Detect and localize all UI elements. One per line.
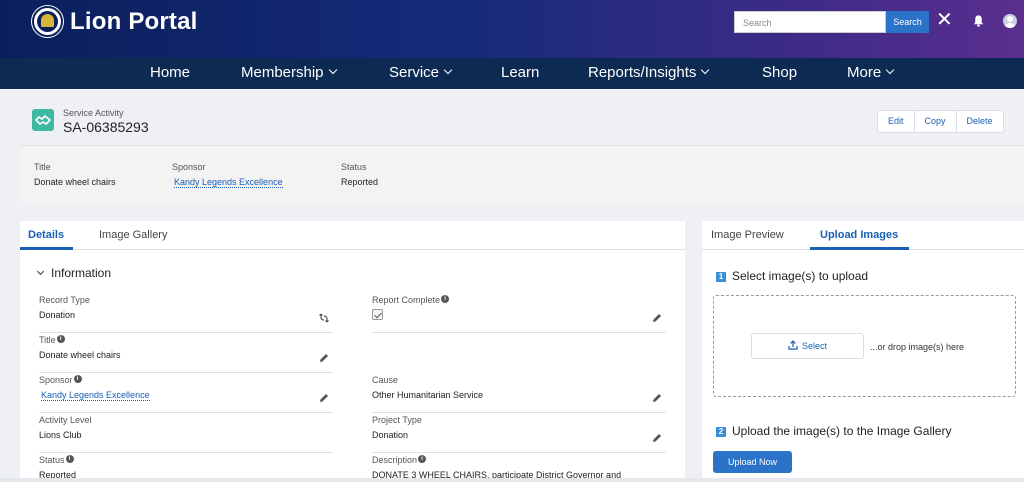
field-sponsor: Sponsor i Kandy Legends Excellence — [39, 373, 333, 413]
highlight-title-value: Donate wheel chairs — [34, 177, 116, 187]
field-record-type: Record Type Donation — [39, 293, 333, 333]
step-number-badge: 1 — [716, 272, 726, 282]
details-panel: Details Image Gallery Information Record… — [20, 221, 685, 482]
upload-now-button[interactable]: Upload Now — [713, 451, 792, 473]
highlight-sponsor-link[interactable]: Kandy Legends Excellence — [174, 177, 283, 188]
delete-button[interactable]: Delete — [955, 111, 1003, 132]
record-name: SA-06385293 — [63, 119, 149, 135]
nav-item-membership[interactable]: Membership — [241, 64, 337, 81]
main-nav: Home Membership Service Learn Reports/In… — [0, 58, 1024, 89]
record-type-label: Service Activity — [63, 108, 124, 118]
user-avatar[interactable] — [1003, 14, 1017, 28]
nav-item-home[interactable]: Home — [150, 64, 190, 81]
highlight-status-label: Status — [341, 162, 367, 172]
copy-button[interactable]: Copy — [913, 111, 956, 132]
drop-hint: ...or drop image(s) here — [870, 342, 965, 352]
search-input[interactable]: Search — [734, 11, 886, 33]
field-cause: Cause Other Humanitarian Service — [372, 373, 666, 413]
step-1-title: 1 Select image(s) to upload — [716, 269, 868, 283]
search-button[interactable]: Search — [886, 11, 929, 33]
change-record-type-icon[interactable] — [319, 313, 329, 323]
information-section-header[interactable]: Information — [36, 266, 111, 280]
step-2-title: 2 Upload the image(s) to the Image Galler… — [716, 424, 951, 438]
upload-tabs: Image Preview Upload Images — [702, 221, 1024, 250]
step-number-badge: 2 — [716, 427, 726, 437]
edit-pencil-icon[interactable] — [652, 433, 662, 443]
select-images-button[interactable]: Select — [751, 333, 864, 359]
field-title: Title i Donate wheel chairs — [39, 333, 333, 373]
sponsor-link[interactable]: Kandy Legends Excellence — [41, 390, 150, 401]
upload-icon — [788, 340, 798, 350]
info-icon[interactable]: i — [418, 455, 427, 463]
field-report-complete: Report Complete i — [372, 293, 666, 333]
image-dropzone[interactable]: Select ...or drop image(s) here — [713, 295, 1016, 397]
info-icon[interactable]: i — [65, 455, 74, 463]
edit-pencil-icon[interactable] — [319, 393, 329, 403]
page-bottom-edge — [0, 478, 1024, 482]
chevron-down-icon — [328, 65, 337, 75]
chevron-down-icon — [443, 65, 453, 75]
tab-details[interactable]: Details — [28, 229, 64, 241]
top-header: Lion Portal Search Search ✕ — [0, 0, 1024, 58]
edit-pencil-icon[interactable] — [652, 313, 662, 323]
nav-item-reports-insights[interactable]: Reports/Insights — [588, 64, 710, 81]
highlight-status-value: Reported — [341, 177, 379, 187]
nav-item-shop[interactable]: Shop — [762, 64, 797, 81]
tab-image-preview[interactable]: Image Preview — [711, 229, 784, 241]
close-icon[interactable]: ✕ — [936, 9, 953, 31]
field-project-type: Project Type Donation — [372, 413, 666, 453]
field-activity-level: Activity Level Lions Club — [39, 413, 333, 453]
lions-logo-icon[interactable] — [32, 6, 63, 37]
chevron-down-icon — [885, 65, 895, 75]
report-complete-checkbox — [372, 309, 383, 320]
highlight-sponsor-label: Sponsor — [172, 162, 206, 172]
active-tab-indicator — [810, 247, 909, 250]
tab-image-gallery[interactable]: Image Gallery — [99, 229, 167, 241]
upload-panel: Image Preview Upload Images 1 Select imag… — [702, 221, 1024, 482]
highlights-panel: Title Donate wheel chairs Sponsor Kandy … — [20, 145, 1024, 204]
handshake-icon — [32, 109, 54, 131]
chevron-down-icon — [701, 65, 710, 75]
nav-item-more[interactable]: More — [847, 64, 895, 81]
brand-title[interactable]: Lion Portal — [70, 8, 198, 36]
highlight-title-label: Title — [34, 162, 51, 172]
active-tab-indicator — [20, 247, 73, 250]
chevron-down-icon — [36, 267, 45, 276]
info-icon[interactable]: i — [73, 375, 82, 383]
detail-tabs: Details Image Gallery — [20, 221, 685, 250]
record-header: Service Activity SA-06385293 Edit Copy D… — [20, 101, 1019, 144]
edit-pencil-icon[interactable] — [319, 353, 329, 363]
info-icon[interactable]: i — [56, 335, 65, 343]
bell-icon[interactable] — [972, 14, 985, 28]
tab-upload-images[interactable]: Upload Images — [820, 229, 898, 241]
nav-item-learn[interactable]: Learn — [501, 64, 539, 81]
info-icon[interactable]: i — [441, 295, 450, 303]
nav-item-service[interactable]: Service — [389, 64, 453, 81]
record-actions: Edit Copy Delete — [877, 110, 1004, 133]
edit-pencil-icon[interactable] — [652, 393, 662, 403]
edit-button[interactable]: Edit — [878, 111, 914, 132]
